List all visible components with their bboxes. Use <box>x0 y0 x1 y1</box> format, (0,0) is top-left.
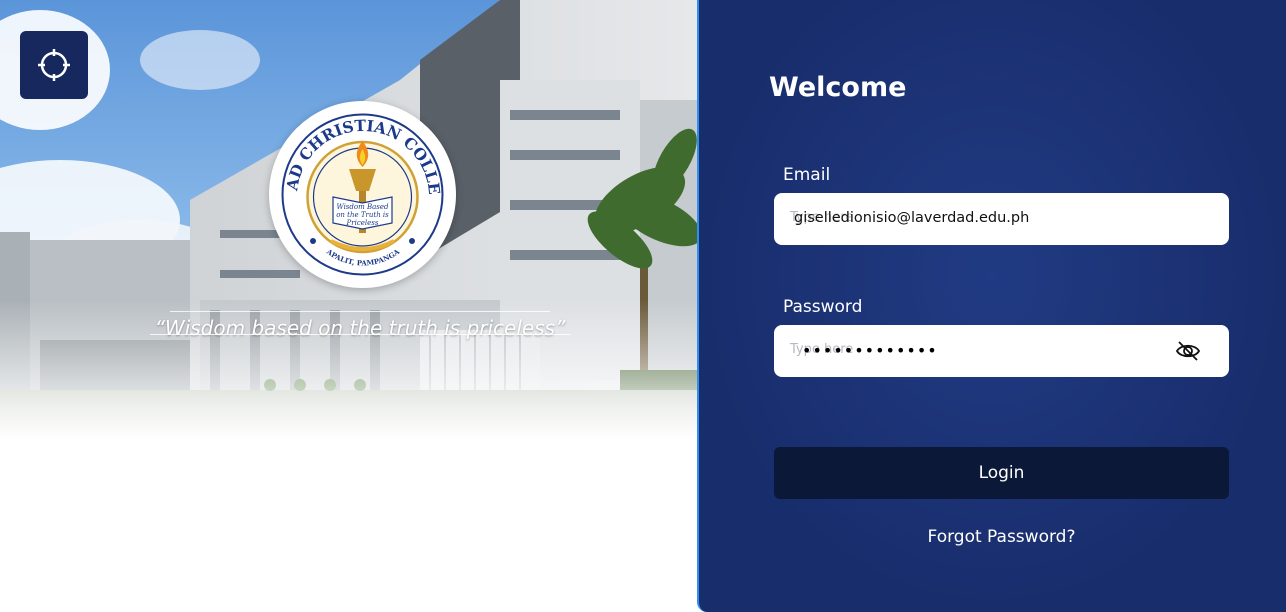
email-value: giselledionisio@laverdad.edu.ph <box>794 210 1030 226</box>
welcome-heading: Welcome <box>769 72 907 103</box>
password-masked-value: ••••••••••••• <box>802 341 938 360</box>
college-seal-logo: LA VERDAD CHRISTIAN COLLEGE, INC. Wisdom… <box>262 86 456 288</box>
school-motto: “Wisdom based on the truth is priceless” <box>154 316 566 340</box>
login-panel: Welcome Email Type here giselledionisio@… <box>697 0 1286 612</box>
motto-divider-top <box>170 311 550 312</box>
motto-divider-bottom <box>150 334 570 335</box>
hero-section: LA VERDAD CHRISTIAN COLLEGE, INC. Wisdom… <box>0 0 698 612</box>
email-label: Email <box>783 165 831 185</box>
password-label: Password <box>783 297 863 317</box>
seal-book-line1: Wisdom Based <box>337 203 390 211</box>
crosshair-icon <box>38 49 70 81</box>
forgot-password-link[interactable]: Forgot Password? <box>774 527 1229 547</box>
email-field[interactable]: Type here giselledionisio@laverdad.edu.p… <box>774 193 1229 245</box>
locate-button[interactable] <box>20 31 88 99</box>
login-button[interactable]: Login <box>774 447 1229 499</box>
password-field[interactable]: Type here ••••••••••••• <box>774 325 1229 377</box>
seal-book-line3: Priceless <box>346 219 379 227</box>
eye-off-icon[interactable] <box>1175 339 1201 363</box>
seal-book-line2: on the Truth is <box>336 211 389 219</box>
